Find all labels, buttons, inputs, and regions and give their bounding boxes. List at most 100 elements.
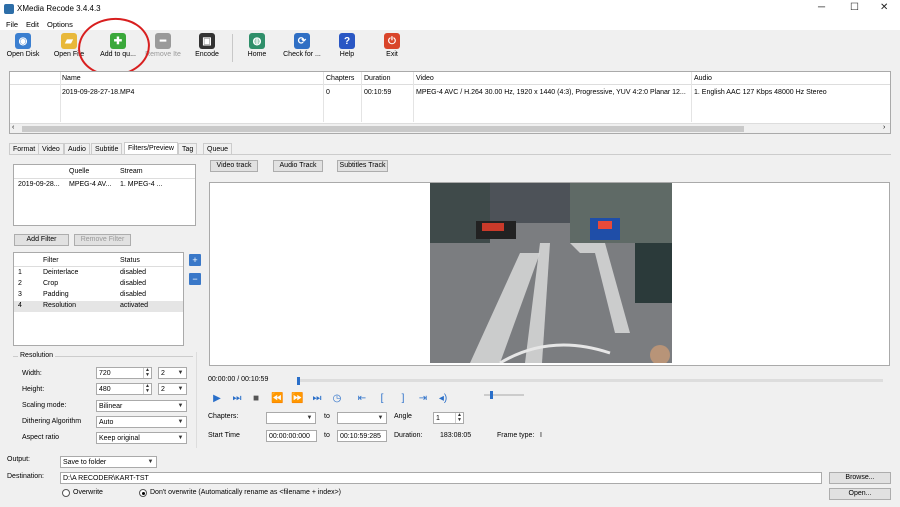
filter-row[interactable]: 3 Padding disabled xyxy=(14,290,183,301)
tab-filters-preview[interactable]: Filters/Preview xyxy=(124,142,178,154)
chevron-down-icon: ▼ xyxy=(177,386,184,392)
title-bar: XMedia Recode 3.4.4.3 ─ ☐ ✕ xyxy=(0,0,900,18)
remove-filter-minus-button[interactable]: − xyxy=(189,273,201,285)
chapter-end-select[interactable]: ▼ xyxy=(337,412,387,424)
bracket-end-icon[interactable]: ] xyxy=(397,393,409,404)
aspect-ratio-select[interactable]: Keep original ▼ xyxy=(96,432,187,444)
filter-row-selected[interactable]: 4 Resolution activated xyxy=(14,301,183,312)
end-time-to-label: to xyxy=(324,432,330,439)
toolbar-separator xyxy=(232,34,233,62)
source-file[interactable]: 2019-09-28... xyxy=(18,181,60,188)
chevron-down-icon: ▼ xyxy=(177,403,184,409)
next-frame-icon[interactable]: ⏭ xyxy=(231,393,243,404)
mark-in-icon[interactable]: ⇤ xyxy=(356,393,368,404)
bracket-start-icon[interactable]: [ xyxy=(376,393,388,404)
power-icon: ⏻ xyxy=(384,33,400,49)
disc-icon: ◉ xyxy=(15,33,31,49)
col-duration[interactable]: Duration xyxy=(364,75,390,82)
audio-track-button[interactable]: Audio Track xyxy=(273,160,323,172)
help-icon: ? xyxy=(339,33,355,49)
tab-subtitle[interactable]: Subtitle xyxy=(91,143,123,154)
col-video[interactable]: Video xyxy=(416,75,434,82)
col-name[interactable]: Name xyxy=(62,75,81,82)
stop-icon[interactable]: ■ xyxy=(250,393,262,404)
clock-icon[interactable]: ◷ xyxy=(331,393,343,404)
exit-button[interactable]: ⏻ Exit xyxy=(369,32,415,68)
folder-icon: ▰ xyxy=(61,33,77,49)
source-stream[interactable]: 1. MPEG-4 ... xyxy=(120,181,162,188)
duration-label: Duration: xyxy=(394,432,423,439)
duration-value: 183:08:05 xyxy=(440,432,472,439)
output-select[interactable]: Save to folder ▼ xyxy=(60,456,157,468)
end-time-input[interactable]: 00:10:59:285 xyxy=(337,430,387,442)
spin-arrows-icon: ▲ ▼ xyxy=(143,384,151,394)
scroll-right-icon[interactable]: › xyxy=(883,124,885,131)
tab-tag[interactable]: Tag xyxy=(178,143,198,154)
close-button[interactable]: ✕ xyxy=(880,2,888,13)
tab-format[interactable]: Format xyxy=(9,143,40,154)
width-input[interactable]: 720 ▲ ▼ xyxy=(96,367,152,379)
filter-row[interactable]: 2 Crop disabled xyxy=(14,279,183,290)
help-button[interactable]: ? Help xyxy=(324,32,370,68)
minimize-button[interactable]: ─ xyxy=(818,2,825,13)
height-step-select[interactable]: 2 ▼ xyxy=(158,383,187,395)
col-audio[interactable]: Audio xyxy=(694,75,712,82)
menu-file[interactable]: File xyxy=(6,20,18,29)
scaling-mode-select[interactable]: Bilinear ▼ xyxy=(96,400,187,412)
file-row[interactable]: 2019-09-28-27-18.MP4 0 00:10:59 MPEG-4 A… xyxy=(10,86,890,99)
destination-input[interactable]: D:\A RECODER\KART-TST xyxy=(60,472,822,484)
settings-scrollbar[interactable] xyxy=(196,352,204,448)
overwrite-radio[interactable] xyxy=(62,489,70,497)
window-title: XMedia Recode 3.4.4.3 xyxy=(17,4,101,13)
video-track-button[interactable]: Video track xyxy=(210,160,258,172)
seek-thumb[interactable] xyxy=(297,377,300,385)
source-quelle[interactable]: MPEG-4 AV... xyxy=(69,181,111,188)
open-folder-button[interactable]: Open... xyxy=(829,488,891,500)
tab-video[interactable]: Video xyxy=(38,143,64,154)
source-table: Quelle Stream 2019-09-28... MPEG-4 AV...… xyxy=(13,164,196,226)
output-label: Output: xyxy=(7,456,30,463)
dont-overwrite-radio[interactable] xyxy=(139,489,147,497)
mark-out-icon[interactable]: ⇥ xyxy=(417,393,429,404)
height-input[interactable]: 480 ▲ ▼ xyxy=(96,383,152,395)
destination-label: Destination: xyxy=(7,473,44,480)
scroll-left-icon[interactable]: ‹ xyxy=(12,124,14,131)
col-filter: Filter xyxy=(43,257,59,264)
remove-filter-button[interactable]: Remove Filter xyxy=(74,234,131,246)
tab-audio[interactable]: Audio xyxy=(64,143,90,154)
col-status: Status xyxy=(120,257,140,264)
play-icon[interactable]: ▶ xyxy=(211,393,223,404)
add-filter-plus-button[interactable]: + xyxy=(189,254,201,266)
tab-queue[interactable]: Queue xyxy=(203,143,233,154)
spin-arrows-icon: ▲ ▼ xyxy=(143,368,151,378)
seek-bar[interactable] xyxy=(297,379,883,382)
chapter-start-select[interactable]: ▼ xyxy=(266,412,316,424)
frame-type-label: Frame type: xyxy=(497,432,535,439)
add-filter-button[interactable]: Add Filter xyxy=(14,234,69,246)
angle-input[interactable]: 1 ▲ ▼ xyxy=(433,412,464,424)
skip-end-icon[interactable]: ⏭ xyxy=(311,393,323,404)
home-button[interactable]: ◍ Home xyxy=(234,32,280,68)
volume-icon[interactable]: ◂) xyxy=(437,393,449,404)
col-quelle: Quelle xyxy=(69,168,90,175)
open-disk-button[interactable]: ◉ Open Disk xyxy=(0,32,46,68)
dont-overwrite-label: Don't overwrite (Automatically rename as… xyxy=(150,489,342,496)
col-chapters[interactable]: Chapters xyxy=(326,75,354,82)
fast-forward-icon[interactable]: ⏩ xyxy=(291,393,303,404)
menu-edit[interactable]: Edit xyxy=(26,20,39,29)
scroll-thumb[interactable] xyxy=(22,126,744,132)
volume-thumb[interactable] xyxy=(489,391,493,399)
rewind-icon[interactable]: ⏪ xyxy=(271,393,283,404)
scaling-mode-label: Scaling mode: xyxy=(22,402,67,409)
filter-row[interactable]: 1 Deinterlace disabled xyxy=(14,268,183,279)
encode-button[interactable]: ▣ Encode xyxy=(184,32,230,68)
dithering-select[interactable]: Auto ▼ xyxy=(96,416,187,428)
start-time-input[interactable]: 00:00:00:000 xyxy=(266,430,317,442)
maximize-button[interactable]: ☐ xyxy=(850,2,859,13)
check-updates-button[interactable]: ⟳ Check for ... xyxy=(279,32,325,68)
subtitles-track-button[interactable]: Subtitles Track xyxy=(337,160,388,172)
width-step-select[interactable]: 2 ▼ xyxy=(158,367,187,379)
horizontal-scrollbar[interactable]: ‹ › xyxy=(10,123,890,133)
browse-button[interactable]: Browse... xyxy=(829,472,891,484)
menu-options[interactable]: Options xyxy=(47,20,73,29)
